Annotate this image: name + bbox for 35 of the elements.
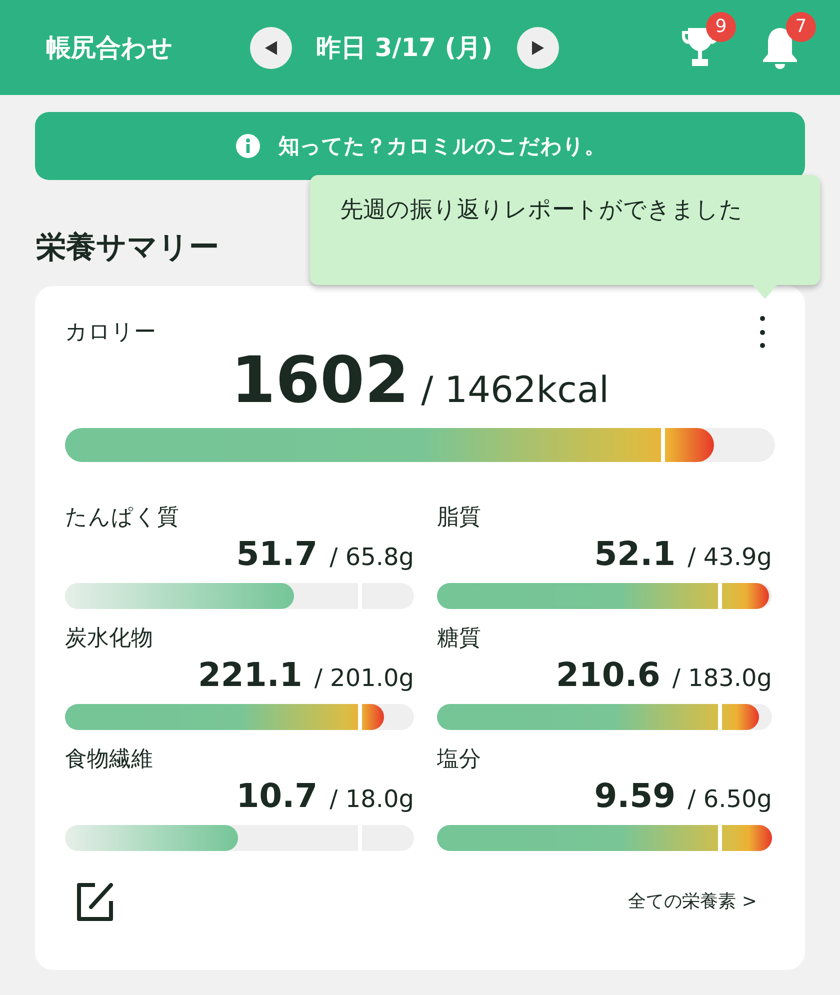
nutrient-label: 脂質 [437, 504, 482, 532]
nutrient-label: 塩分 [437, 746, 482, 774]
nutrient-target: / 43.9g [688, 543, 772, 571]
nutrient-target: / 18.0g [330, 785, 414, 813]
nutrient-target: / 65.8g [330, 543, 414, 571]
calorie-label: カロリー [65, 319, 156, 347]
report-tooltip[interactable]: 先週の振り返りレポートができました [310, 175, 820, 285]
nutrient-target: / 183.0g [672, 664, 772, 692]
nutrient-label: 炭水化物 [65, 625, 154, 653]
right-triangle-icon [530, 40, 545, 56]
banner-text: 知ってた？カロミルのこだわり。 [278, 133, 606, 160]
nutrient-value: 51.7 [236, 534, 318, 573]
nutrient-value: 10.7 [236, 776, 318, 815]
next-day-button[interactable] [516, 26, 559, 68]
nutrient-value: 9.59 [594, 776, 676, 815]
header-title: 帳尻合わせ [46, 32, 174, 64]
info-icon [234, 133, 260, 159]
date-label: 昨日 3/17 (月) [316, 32, 493, 64]
previous-day-button[interactable] [250, 26, 292, 68]
all-nutrients-link[interactable]: 全ての栄養素 > [628, 889, 757, 913]
nutrient-target: / 6.50g [688, 785, 772, 813]
notification-badge: 9 [706, 12, 736, 42]
left-triangle-icon [264, 40, 278, 56]
nutrient-label: 食物繊維 [65, 746, 154, 774]
section-title: 栄養サマリー [36, 229, 220, 267]
nutrient-target: / 201.0g [314, 664, 414, 692]
calorie-target: / 1462kcal [421, 370, 610, 411]
nutrient-value: 210.6 [556, 655, 660, 694]
nutrient-label: たんぱく質 [65, 504, 180, 532]
calorie-value: 1602 [230, 344, 410, 418]
tooltip-pointer [753, 285, 777, 299]
nutrient-value: 52.1 [594, 534, 676, 573]
notification-badge: 7 [786, 12, 816, 42]
nutrient-label: 糖質 [437, 625, 482, 653]
nutrient-value: 221.1 [198, 655, 302, 694]
